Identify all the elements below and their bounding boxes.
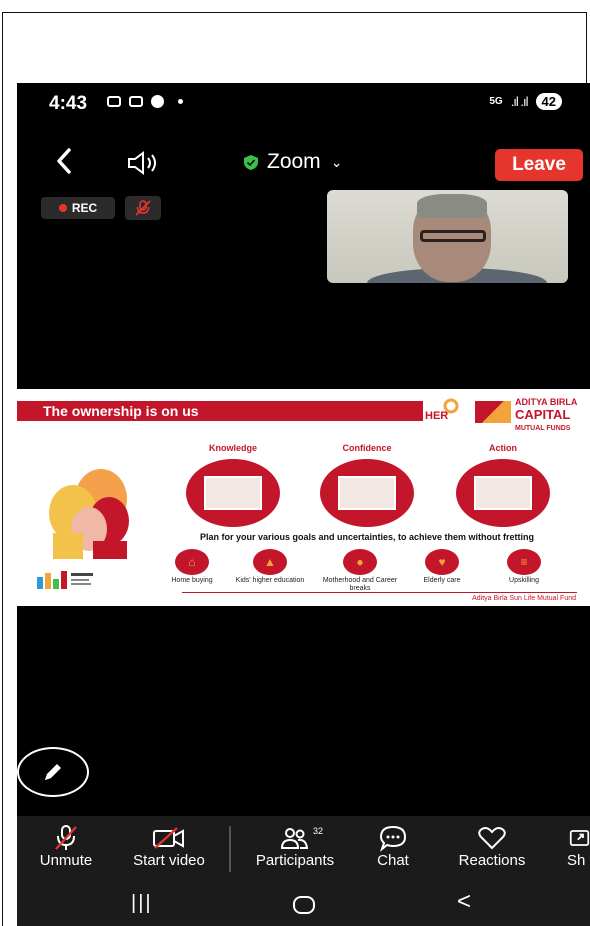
start-video-label: Start video <box>133 852 205 869</box>
toolbar-divider <box>229 826 231 872</box>
participant-video-tile[interactable] <box>327 190 568 283</box>
pillar-title: Confidence <box>342 443 392 453</box>
action-photo <box>474 476 532 510</box>
knowledge-photo <box>204 476 262 510</box>
meeting-toolbar: Unmute Start video 32 Participants Chat … <box>17 816 590 882</box>
meeting-header: Zoom ⌄ Leave <box>17 138 590 188</box>
participants-count: 32 <box>313 826 324 836</box>
status-time: 4:43 <box>49 93 88 114</box>
confidence-photo <box>338 476 396 510</box>
unmute-button[interactable]: Unmute <box>31 816 101 882</box>
participants-label: Participants <box>255 852 335 869</box>
account-icon <box>151 95 164 108</box>
her-logo-text: HER <box>425 410 449 422</box>
brand-line-2: CAPITAL <box>515 407 571 422</box>
phone-screen: 4:43 5G .ıl .ıl 42 Zoom ⌄ Leave REC The … <box>17 83 590 926</box>
shield-icon <box>244 154 258 170</box>
meeting-title: Zoom <box>267 150 321 173</box>
start-video-button[interactable]: Start video <box>121 816 217 882</box>
speaker-icon[interactable] <box>125 150 165 176</box>
mother-child-icon: ● <box>343 549 377 575</box>
unmute-label: Unmute <box>39 852 93 869</box>
goal-label: Elderly care <box>423 577 461 584</box>
reactions-label: Reactions <box>458 852 526 869</box>
share-label: Sh <box>567 852 586 869</box>
pillar-action-circle <box>456 459 550 527</box>
chevron-down-icon: ⌄ <box>330 153 343 170</box>
goal-elderly-care: ♥ Elderly care <box>403 549 481 585</box>
recording-label: REC <box>71 201 98 215</box>
goal-motherhood: ● Motherhood and Career breaks <box>321 549 399 593</box>
screen-record-icon <box>129 96 143 107</box>
pillar-title: Knowledge <box>208 443 257 453</box>
books-icon: ≡ <box>507 549 541 575</box>
pen-icon <box>45 764 61 780</box>
record-dot-icon <box>58 204 67 212</box>
pillar-knowledge-circle <box>186 459 280 527</box>
goal-kids-education: ▲ Kids' higher education <box>231 549 309 585</box>
recording-badge: REC <box>41 197 115 219</box>
chat-button[interactable]: Chat <box>367 816 419 882</box>
status-notification-icons <box>107 95 183 108</box>
goal-label: Motherhood and Career breaks <box>322 577 398 592</box>
recent-apps-icon[interactable]: ||| <box>131 892 153 915</box>
goal-label: Home buying <box>171 577 213 584</box>
back-icon[interactable] <box>53 146 75 176</box>
heart-icon: ♥ <box>425 549 459 575</box>
share-button[interactable]: Sh <box>563 816 590 882</box>
notification-icon <box>107 96 121 107</box>
status-bar: 4:43 5G .ıl .ıl 42 <box>17 83 590 129</box>
slide-footer: Aditya Birla Sun Life Mutual Fund <box>472 595 576 602</box>
mic-muted-icon <box>31 824 101 852</box>
house-icon: ⌂ <box>175 549 209 575</box>
pillar-confidence: Confidence <box>317 443 417 527</box>
chat-icon <box>367 824 419 852</box>
slide-banner: The ownership is on us <box>17 401 423 421</box>
partner-logo-icon <box>37 571 93 589</box>
aditya-birla-logo: ADITYA BIRLA CAPITAL MUTUAL FUNDS <box>475 395 585 435</box>
shared-screen-slide: The ownership is on us HER ADITYA BIRLA … <box>17 389 590 606</box>
participants-button[interactable]: 32 Participants <box>243 816 347 882</box>
chat-label: Chat <box>377 852 409 869</box>
participants-icon: 32 <box>243 824 347 852</box>
home-icon[interactable] <box>293 896 315 914</box>
reactions-button[interactable]: Reactions <box>447 816 537 882</box>
android-navigation-bar: ||| < <box>17 882 590 926</box>
host-mic-muted-icon <box>125 196 161 220</box>
goal-label: Kids' higher education <box>235 577 305 584</box>
meeting-title-dropdown[interactable]: Zoom ⌄ <box>243 150 342 174</box>
pillar-confidence-circle <box>320 459 414 527</box>
goal-home-buying: ⌂ Home buying <box>153 549 231 585</box>
graduation-cap-icon: ▲ <box>253 549 287 575</box>
pillar-action: Action <box>453 443 553 527</box>
participant-hair <box>417 194 487 218</box>
pillar-knowledge: Knowledge <box>183 443 283 527</box>
share-icon <box>563 824 590 852</box>
signal-icon: .ıl .ıl <box>510 94 529 109</box>
slide-footer-divider <box>182 592 577 593</box>
nav-back-icon[interactable]: < <box>457 888 471 916</box>
women-silhouettes-illustration <box>49 469 129 559</box>
pillar-title: Action <box>489 443 517 453</box>
aditya-birla-mark-icon <box>475 401 511 423</box>
goal-label: Upskilling <box>509 577 539 584</box>
network-type: 5G <box>489 95 503 107</box>
battery-level: 42 <box>535 93 562 110</box>
annotate-pen-button[interactable] <box>17 747 89 797</box>
brand-line-1: ADITYA BIRLA <box>515 397 578 407</box>
video-off-icon <box>121 824 217 852</box>
more-notifications-icon <box>178 99 183 104</box>
goal-upskilling: ≡ Upskilling <box>485 549 563 585</box>
heart-icon <box>447 824 537 852</box>
brand-line-3: MUTUAL FUNDS <box>515 425 571 432</box>
plan-text: Plan for your various goals and uncertai… <box>199 532 535 542</box>
status-right: 5G .ıl .ıl 42 <box>489 93 562 110</box>
participant-glasses <box>420 230 486 242</box>
leave-button[interactable]: Leave <box>495 149 583 181</box>
